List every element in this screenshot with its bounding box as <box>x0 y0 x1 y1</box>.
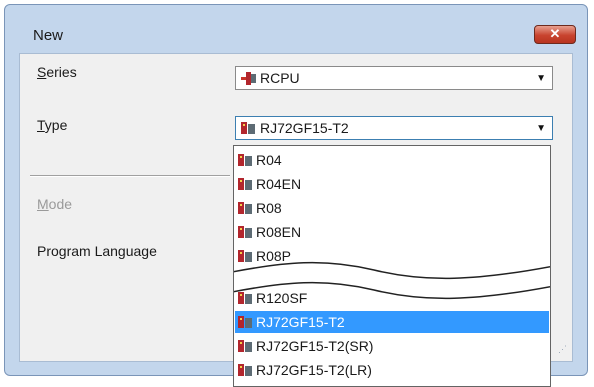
list-break-icon <box>234 261 550 300</box>
close-button[interactable]: ✕ <box>534 25 576 44</box>
program-language-label: Program Language <box>37 243 157 259</box>
type-dropdown-list[interactable]: R04 R04EN R08 R08EN R08P R120SF RJ72GF15… <box>233 145 551 387</box>
type-label: Type <box>37 117 68 133</box>
mode-label: Mode <box>37 196 73 212</box>
series-select[interactable]: RCPU ▼ <box>235 66 553 90</box>
rcpu-series-icon <box>241 72 256 85</box>
separator <box>30 175 230 177</box>
dialog-title: New <box>33 27 64 44</box>
series-label: Series <box>37 64 77 80</box>
series-value: RCPU <box>260 70 300 86</box>
chevron-down-icon: ▼ <box>536 73 546 84</box>
close-icon: ✕ <box>549 26 561 41</box>
resize-grip-icon[interactable]: ⋰ <box>558 344 567 355</box>
chevron-down-icon: ▼ <box>536 123 546 134</box>
title-bar[interactable]: New ✕ <box>5 5 587 53</box>
cpu-module-icon <box>241 122 255 134</box>
type-value: RJ72GF15-T2 <box>260 120 349 136</box>
type-select[interactable]: RJ72GF15-T2 ▼ <box>235 116 553 140</box>
